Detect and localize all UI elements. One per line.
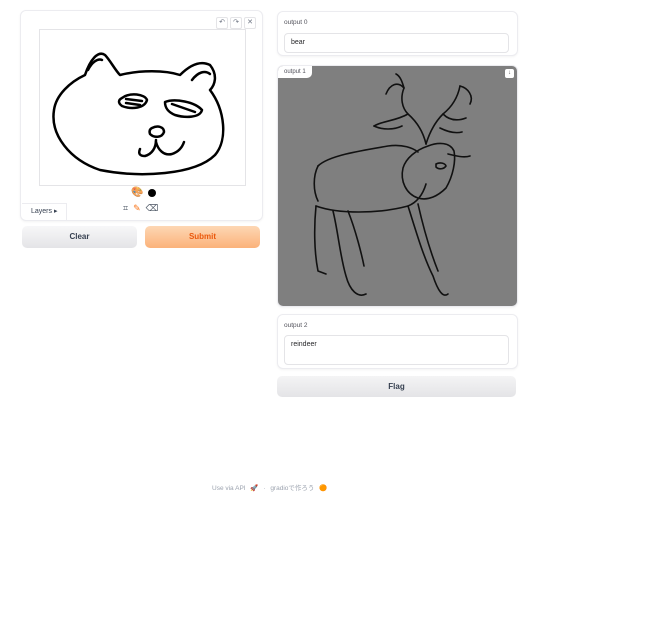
crop-icon[interactable]: ⌗ [123,203,128,214]
rocket-icon: 🚀 [250,485,259,492]
layers-label: Layers [31,208,53,215]
output-2-label: output 2 [284,322,308,329]
close-icon[interactable]: ✕ [244,17,256,29]
output-1-image-panel: output 1 ↓ [277,65,518,307]
reindeer-image [313,73,473,296]
sketchpad-panel: ↶ ↷ ✕ 🎨 Layers ▸ ⌗ ✎ ⌫ [20,10,263,221]
download-icon[interactable]: ↓ [505,69,514,78]
color-swatch[interactable] [148,188,157,197]
palette-icon[interactable]: 🎨 [131,187,143,198]
eraser-icon[interactable]: ⌫ [146,203,159,214]
output-0-label: output 0 [284,19,308,26]
undo-icon[interactable]: ↶ [216,17,228,29]
output-0-textbox[interactable]: bear [284,33,509,53]
chevron-right-icon: ▸ [53,208,58,215]
output-2-panel: output 2 reindeer [277,314,518,369]
output-0-panel: output 0 bear [277,11,518,56]
output-2-textbox[interactable]: reindeer [284,335,509,365]
submit-button[interactable]: Submit [145,226,260,248]
flag-button[interactable]: Flag [277,376,516,397]
built-with-gradio-link[interactable]: gradioで作ろう [270,485,314,492]
gradio-logo-icon: 🟠 [319,485,328,492]
footer-separator: · [263,485,266,492]
use-via-api-link[interactable]: Use via API [212,485,246,492]
layers-button[interactable]: Layers ▸ [22,203,68,220]
clear-button[interactable]: Clear [22,226,137,248]
footer: Use via API 🚀 · gradioで作ろう 🟠 [212,482,330,492]
drawing-toolbar: ⌗ ✎ ⌫ [123,203,158,214]
output-1-label: output 1 [278,66,312,78]
drawing-canvas[interactable] [39,29,246,186]
color-row: 🎨 [131,187,157,198]
canvas-tool-icons: ↶ ↷ ✕ [216,17,256,29]
redo-icon[interactable]: ↷ [230,17,242,29]
brush-icon[interactable]: ✎ [133,203,141,214]
bear-sketch [52,52,225,176]
